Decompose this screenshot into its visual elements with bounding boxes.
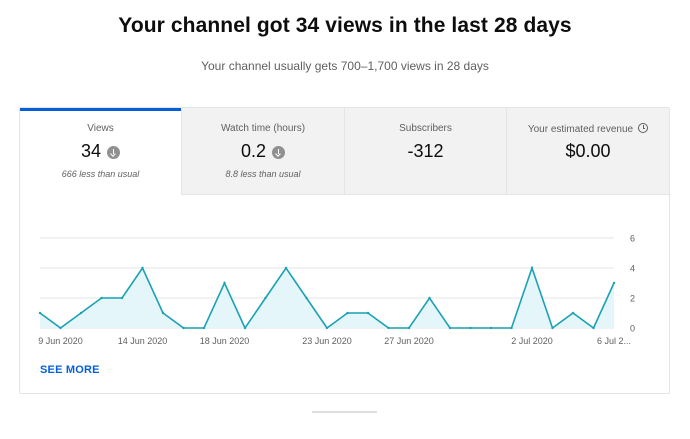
y-tick-label: 6	[630, 234, 635, 244]
x-tick-label: 18 Jun 2020	[200, 336, 250, 346]
tab-watch-time-value-row: 0.2	[182, 141, 344, 162]
data-point	[448, 326, 452, 330]
tab-views-value-row: 34	[20, 141, 181, 162]
y-tick-label: 2	[630, 294, 635, 304]
y-tick-label: 0	[630, 324, 635, 334]
tab-views-note: 666 less than usual	[61, 169, 140, 179]
data-point	[79, 311, 83, 315]
data-point	[387, 326, 390, 330]
y-tick-label: 4	[630, 264, 635, 274]
tab-estimated-revenue[interactable]: Your estimated revenue $0.00	[507, 108, 669, 195]
tab-revenue-label-row: Your estimated revenue	[507, 123, 669, 135]
data-point	[141, 266, 144, 270]
data-point	[325, 326, 329, 330]
data-point	[59, 326, 62, 330]
data-point	[161, 311, 165, 315]
data-point	[469, 326, 472, 330]
data-point	[407, 326, 411, 330]
tab-watch-time-note: 8.8 less than usual	[225, 169, 301, 179]
data-point	[243, 326, 247, 330]
page-subline: Your channel usually gets 700–1,700 view…	[201, 59, 489, 73]
tab-views-label: Views	[87, 123, 114, 134]
x-tick-label: 2 Jul 2020	[511, 336, 553, 346]
data-point	[366, 311, 370, 315]
tab-watch-time[interactable]: Watch time (hours) 0.2 8.8 less than usu…	[182, 108, 345, 195]
x-tick-label: 6 Jul 2...	[597, 336, 631, 346]
data-point	[489, 326, 493, 330]
tab-views[interactable]: Views 34 666 less than usual	[20, 108, 182, 195]
x-tick-label: 23 Jun 2020	[302, 336, 352, 346]
tab-subscribers-value: -312	[407, 141, 444, 161]
views-chart: 0 2 4 6 9 Jun 2020 14 Jun 2020 18 Jun 2020 23 J…	[20, 218, 669, 358]
data-point	[305, 296, 308, 300]
tab-watch-time-label: Watch time (hours)	[220, 123, 306, 134]
x-tick-label: 9 Jun 2020	[38, 336, 83, 346]
data-point	[120, 296, 124, 300]
data-point	[346, 311, 349, 315]
data-point	[551, 326, 554, 330]
tab-subscribers-value-row: -312	[345, 141, 506, 162]
tab-subscribers-label: Subscribers	[399, 123, 452, 134]
data-point	[530, 266, 534, 270]
tab-subscribers[interactable]: Subscribers -312	[345, 108, 507, 195]
see-more-link[interactable]: SEE MORE	[40, 364, 100, 376]
data-point	[571, 311, 575, 315]
pager-indicator	[312, 411, 377, 413]
views-chart-svg: 0 2 4 6 9 Jun 2020 14 Jun 2020 18 Jun 2020 23 J…	[38, 234, 635, 347]
metric-tabs: Views 34 666 less than usual Watch time …	[20, 108, 669, 195]
x-tick-label: 14 Jun 2020	[118, 336, 168, 346]
data-point	[264, 296, 267, 300]
tab-revenue-value-row: $0.00	[507, 141, 669, 162]
data-point	[223, 281, 226, 285]
tab-revenue-label: Your estimated revenue	[527, 124, 634, 135]
data-point	[592, 326, 595, 330]
data-point	[182, 326, 185, 330]
tab-watch-time-value: 0.2	[240, 141, 267, 161]
data-point	[38, 311, 42, 315]
clock-icon[interactable]	[638, 123, 649, 133]
data-point	[284, 266, 288, 270]
data-point	[612, 281, 616, 285]
data-point	[510, 326, 513, 330]
data-point	[100, 296, 103, 300]
tab-revenue-value: $0.00	[565, 141, 611, 161]
page-headline: Your channel got 34 views in the last 28…	[118, 14, 572, 37]
data-point	[428, 296, 431, 300]
x-tick-label: 27 Jun 2020	[384, 336, 434, 346]
tab-views-value: 34	[80, 141, 102, 161]
analytics-card: Views 34 666 less than usual Watch time …	[19, 107, 670, 394]
arrow-down-circle-icon	[107, 145, 121, 159]
data-point	[202, 326, 206, 330]
arrow-down-circle-icon	[272, 145, 286, 159]
